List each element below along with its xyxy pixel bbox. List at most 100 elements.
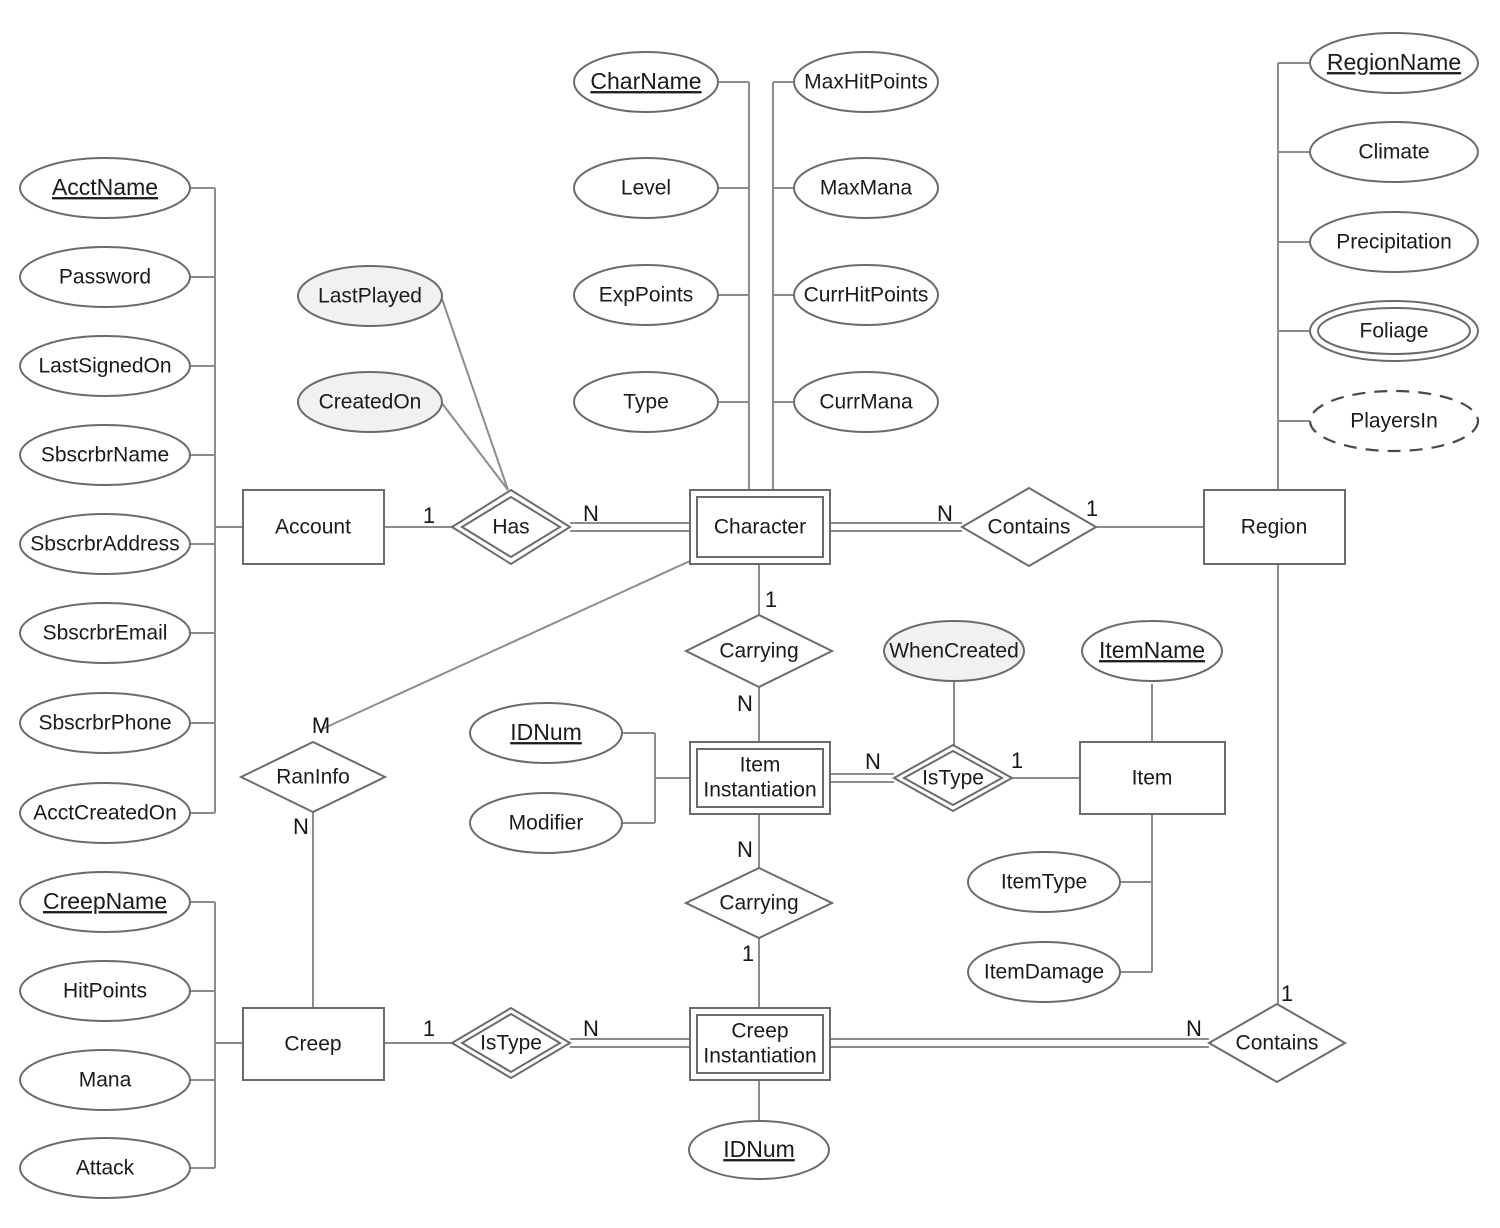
- attr-exppoints[interactable]: ExpPoints: [573, 264, 719, 326]
- attr-attack[interactable]: Attack: [19, 1137, 191, 1199]
- cardinality-carrying2-creepinst: 1: [742, 941, 754, 966]
- attr-creepname[interactable]: CreepName: [19, 871, 191, 933]
- attr-playersin-label: PlayersIn: [1350, 410, 1438, 433]
- relationship-contains-bottom[interactable]: Contains: [1206, 1002, 1348, 1084]
- entity-item-label: Item: [1132, 767, 1173, 790]
- relationship-contains-top[interactable]: Contains: [960, 486, 1098, 568]
- attr-precipitation-label: Precipitation: [1336, 231, 1452, 254]
- relationship-carrying-item-creep[interactable]: Carrying: [683, 866, 835, 940]
- entity-creep-instantiation-label-line2: Instantiation: [703, 1045, 816, 1068]
- attr-foliage[interactable]: Foliage: [1309, 300, 1479, 362]
- entity-account[interactable]: Account: [242, 489, 385, 565]
- connector-lines: [190, 62, 1310, 1169]
- attr-itemdamage-label: ItemDamage: [984, 961, 1104, 984]
- attr-modifier[interactable]: Modifier: [469, 792, 623, 854]
- attr-charname[interactable]: CharName: [573, 51, 719, 113]
- attr-level[interactable]: Level: [573, 157, 719, 219]
- relationship-istype-creep-label: IsType: [480, 1032, 542, 1055]
- attr-playersin[interactable]: PlayersIn: [1308, 389, 1480, 453]
- attr-maxhitpoints[interactable]: MaxHitPoints: [793, 51, 939, 113]
- entity-item-instantiation-label-line1: Item: [740, 754, 781, 777]
- attr-sbscrbrname-label: SbscrbrName: [41, 444, 169, 467]
- link-lastplayed-has: [440, 295, 509, 491]
- entity-item-instantiation[interactable]: Item Instantiation: [689, 741, 831, 815]
- attr-itemtype[interactable]: ItemType: [967, 851, 1121, 913]
- entity-creep[interactable]: Creep: [242, 1007, 385, 1081]
- attr-group-region: RegionName Climate Precipitation Foliage…: [1308, 32, 1480, 453]
- attr-whencreated-label: WhenCreated: [889, 640, 1019, 663]
- attr-exppoints-label: ExpPoints: [599, 284, 694, 307]
- attr-climate[interactable]: Climate: [1309, 121, 1479, 183]
- attr-lastplayed-label: LastPlayed: [318, 285, 422, 308]
- attr-sbscrbraddress[interactable]: SbscrbrAddress: [19, 513, 191, 575]
- attr-currhitpoints-label: CurrHitPoints: [804, 284, 929, 307]
- relationship-carrying-character-item-label: Carrying: [719, 640, 798, 663]
- attr-acctname-label: AcctName: [52, 174, 158, 200]
- cardinality-creep-istype2: 1: [423, 1016, 435, 1041]
- relationship-istype-item[interactable]: IsType: [891, 743, 1015, 813]
- attr-lastsignedon-label: LastSignedOn: [38, 355, 171, 378]
- attr-sbscrbrphone[interactable]: SbscrbrPhone: [19, 692, 191, 754]
- cardinality-has-character: N: [583, 501, 599, 526]
- attr-mana[interactable]: Mana: [19, 1049, 191, 1111]
- attr-mana-label: Mana: [79, 1069, 132, 1092]
- attr-sbscrbrname[interactable]: SbscrbrName: [19, 424, 191, 486]
- attr-itemname-label: ItemName: [1099, 637, 1205, 663]
- attr-group-account: AcctName Password LastSignedOn SbscrbrNa…: [19, 157, 191, 844]
- attr-password[interactable]: Password: [19, 246, 191, 308]
- attr-whencreated[interactable]: WhenCreated: [883, 620, 1025, 682]
- cardinality-contains-region: 1: [1086, 496, 1098, 521]
- attr-sbscrbremail[interactable]: SbscrbrEmail: [19, 602, 191, 664]
- attr-regionname[interactable]: RegionName: [1309, 32, 1479, 94]
- attr-group-creep: CreepName HitPoints Mana Attack: [19, 871, 191, 1199]
- entity-region[interactable]: Region: [1203, 489, 1346, 565]
- attr-itemname[interactable]: ItemName: [1081, 620, 1223, 682]
- attr-sbscrbremail-label: SbscrbrEmail: [43, 622, 168, 645]
- attr-createdon[interactable]: CreatedOn: [297, 371, 443, 433]
- cardinality-iteminst-istype: N: [865, 749, 881, 774]
- attr-currhitpoints[interactable]: CurrHitPoints: [793, 264, 939, 326]
- attr-foliage-label: Foliage: [1360, 320, 1429, 343]
- attr-createdon-label: CreatedOn: [319, 391, 422, 414]
- cardinality-istype-item: 1: [1011, 748, 1023, 773]
- cardinality-account-has: 1: [423, 503, 435, 528]
- attr-type[interactable]: Type: [573, 371, 719, 433]
- attr-attack-label: Attack: [76, 1157, 135, 1180]
- attr-currmana[interactable]: CurrMana: [793, 371, 939, 433]
- attr-idnum-iteminst[interactable]: IDNum: [469, 702, 623, 764]
- cardinality-contains2-region: 1: [1281, 981, 1293, 1006]
- attr-hitpoints[interactable]: HitPoints: [19, 960, 191, 1022]
- attr-lastsignedon[interactable]: LastSignedOn: [19, 335, 191, 397]
- relationship-carrying-character-item[interactable]: Carrying: [683, 613, 835, 689]
- entity-creep-label: Creep: [284, 1033, 341, 1056]
- entity-character[interactable]: Character: [689, 489, 831, 565]
- er-diagram-svg: AcctName Password LastSignedOn SbscrbrNa…: [19, 32, 1480, 1199]
- entity-item[interactable]: Item: [1079, 741, 1226, 815]
- attr-lastplayed[interactable]: LastPlayed: [297, 265, 443, 327]
- cardinality-character-carrying: 1: [765, 587, 777, 612]
- relationship-istype-creep[interactable]: IsType: [450, 1006, 572, 1080]
- er-diagram-canvas: AcctName Password LastSignedOn SbscrbrNa…: [0, 0, 1500, 1228]
- relationship-raninfo[interactable]: RanInfo: [238, 740, 388, 814]
- cardinality-character-contains: N: [937, 501, 953, 526]
- attr-climate-label: Climate: [1358, 141, 1429, 164]
- attr-idnum-creepinst-label: IDNum: [723, 1136, 795, 1162]
- attr-precipitation[interactable]: Precipitation: [1309, 211, 1479, 273]
- entity-creep-instantiation[interactable]: Creep Instantiation: [689, 1007, 831, 1081]
- attr-acctcreatedon[interactable]: AcctCreatedOn: [19, 782, 191, 844]
- attr-regionname-label: RegionName: [1327, 49, 1461, 75]
- attr-maxhitpoints-label: MaxHitPoints: [804, 71, 928, 94]
- entity-region-label: Region: [1241, 516, 1308, 539]
- relationship-contains-bottom-label: Contains: [1236, 1032, 1319, 1055]
- attr-password-label: Password: [59, 266, 151, 289]
- cardinality-character-raninfo: M: [312, 713, 330, 738]
- attr-itemdamage[interactable]: ItemDamage: [967, 941, 1121, 1003]
- relationship-has[interactable]: Has: [450, 488, 572, 566]
- attr-maxmana[interactable]: MaxMana: [793, 157, 939, 219]
- attr-hitpoints-label: HitPoints: [63, 980, 147, 1003]
- relationship-carrying-item-creep-label: Carrying: [719, 892, 798, 915]
- attr-group-iteminst: IDNum Modifier: [469, 702, 623, 854]
- attr-idnum-creepinst[interactable]: IDNum: [688, 1120, 830, 1180]
- attr-sbscrbraddress-label: SbscrbrAddress: [30, 533, 179, 556]
- attr-acctname[interactable]: AcctName: [19, 157, 191, 219]
